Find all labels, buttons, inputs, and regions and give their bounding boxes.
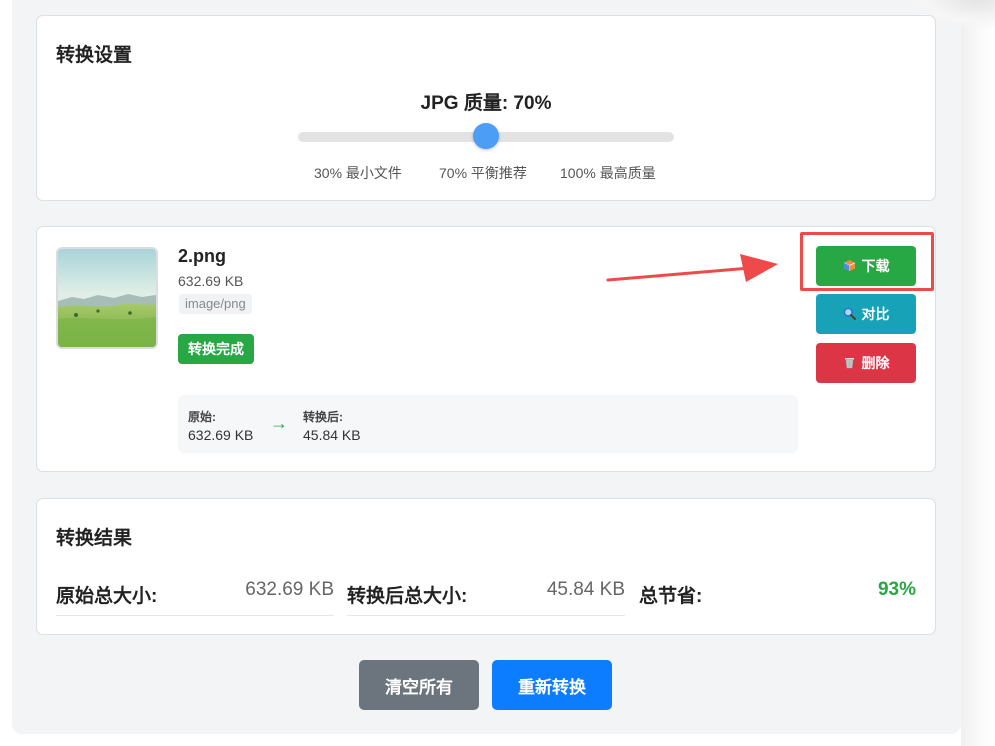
original-total-value: 632.69 KB <box>245 579 334 600</box>
magnifier-icon <box>843 307 856 322</box>
window-edge-shadow <box>961 0 995 746</box>
landscape-thumbnail-image <box>58 249 156 347</box>
compare-button[interactable]: 对比 <box>816 294 916 334</box>
saved-total-label: 总节省: <box>639 586 703 607</box>
reconvert-button[interactable]: 重新转换 <box>492 660 612 710</box>
annotation-highlight-box <box>800 232 934 291</box>
converted-total-label: 转换后总大小: <box>347 586 468 607</box>
saved-total-value: 93% <box>877 579 916 600</box>
saved-total-stat: 总节省: 93% <box>639 569 916 616</box>
status-badge: 转换完成 <box>178 334 254 364</box>
converted-total-value: 45.84 KB <box>546 579 625 600</box>
quality-label: JPG 质量: 70% <box>420 93 552 114</box>
conversion-result-card: 转换结果 原始总大小: 632.69 KB 转换后总大小: 45.84 KB 总… <box>36 498 936 635</box>
original-size-value: 632.69 KB <box>188 427 254 443</box>
quality-tick-max: 100% 最高质量 <box>560 165 656 181</box>
compare-button-label: 对比 <box>861 306 890 322</box>
conversion-settings-card: 转换设置 JPG 质量: 70% 30% 最小文件 70% 平衡推荐 100% … <box>36 15 936 201</box>
quality-slider-thumb[interactable] <box>473 123 500 149</box>
original-total-stat: 原始总大小: 632.69 KB <box>56 569 334 616</box>
file-type-badge: image/png <box>179 294 252 314</box>
file-thumbnail <box>56 247 158 349</box>
arrow-right-icon: → <box>270 413 288 433</box>
annotation-arrow-icon <box>606 254 778 282</box>
quality-tick-min: 30% 最小文件 <box>314 165 402 181</box>
size-comparison: 原始: 632.69 KB → 转换后: 45.84 KB <box>178 395 798 453</box>
original-size-label: 原始: <box>188 410 216 424</box>
clear-all-button[interactable]: 清空所有 <box>359 660 479 710</box>
trash-icon <box>843 356 856 371</box>
original-total-label: 原始总大小: <box>56 586 158 607</box>
converted-size-value: 45.84 KB <box>303 427 361 443</box>
converted-total-stat: 转换后总大小: 45.84 KB <box>347 569 625 616</box>
file-size: 632.69 KB <box>178 273 244 289</box>
delete-button[interactable]: 删除 <box>816 343 916 383</box>
delete-button-label: 删除 <box>861 355 890 371</box>
converted-size-label: 转换后: <box>303 410 343 424</box>
quality-tick-balanced: 70% 平衡推荐 <box>439 165 527 181</box>
settings-title: 转换设置 <box>56 45 133 66</box>
result-title: 转换结果 <box>56 528 133 549</box>
file-name: 2.png <box>178 246 226 266</box>
